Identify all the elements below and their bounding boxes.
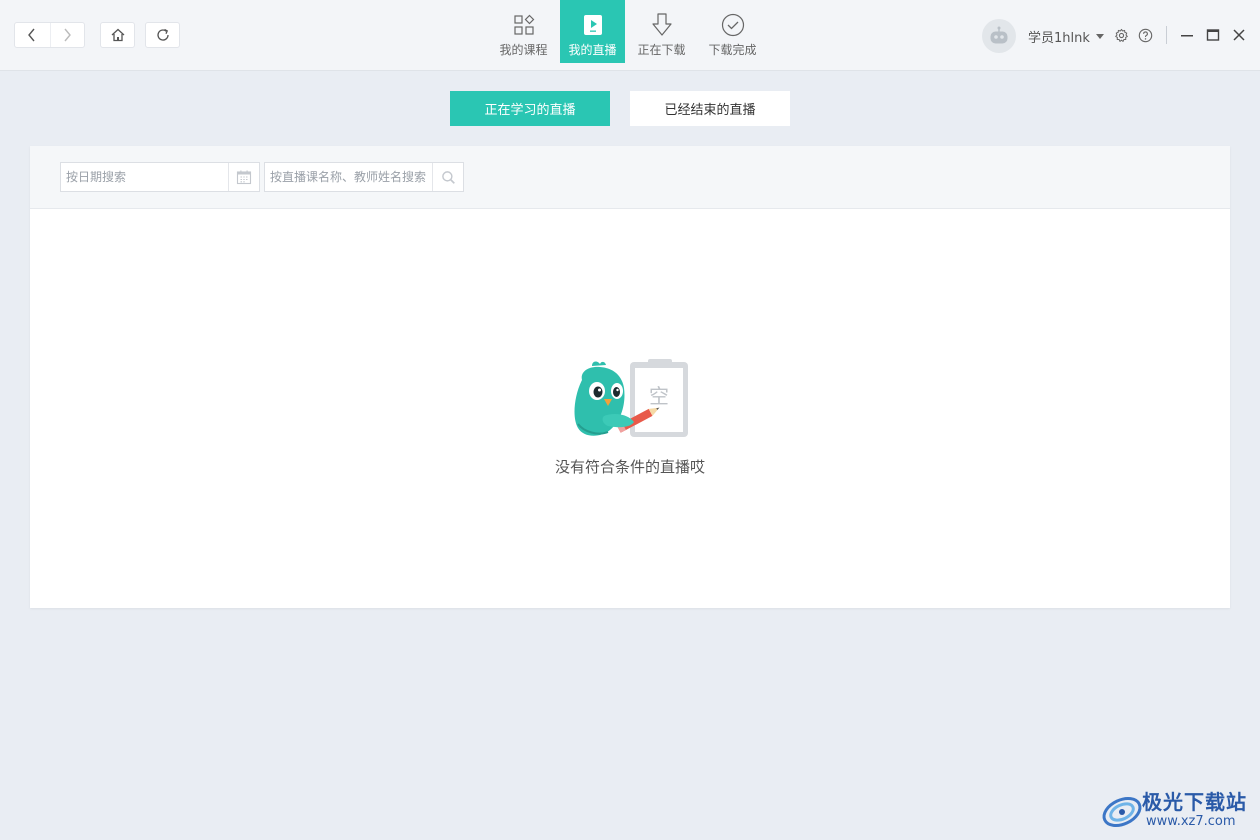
tab-label: 下载完成: [708, 43, 757, 57]
question-circle-icon: [1138, 28, 1152, 42]
home-icon: [111, 28, 124, 42]
subtab-ended-live[interactable]: 已经结束的直播: [630, 91, 790, 126]
calendar-button[interactable]: [228, 163, 259, 191]
help-button[interactable]: [1137, 27, 1153, 43]
date-search-input[interactable]: [61, 163, 228, 191]
tab-label: 我的直播: [568, 43, 617, 57]
tab-label: 我的课程: [499, 43, 548, 57]
maximize-button[interactable]: [1205, 26, 1221, 44]
tab-my-courses[interactable]: 我的课程: [489, 0, 558, 63]
keyword-search-input[interactable]: [265, 163, 432, 191]
refresh-icon: [156, 28, 169, 41]
search-button[interactable]: [432, 163, 463, 191]
avatar[interactable]: [982, 19, 1016, 53]
toolbar-divider: [1166, 26, 1167, 44]
main-tabs: 我的课程 我的直播 正在下载 下载完成: [489, 0, 769, 63]
check-circle-icon: [721, 13, 744, 37]
home-button[interactable]: [100, 22, 135, 48]
chevron-left-icon: [28, 28, 35, 42]
tab-my-live[interactable]: 我的直播: [560, 0, 625, 63]
caret-down-icon[interactable]: [1095, 33, 1104, 39]
maximize-icon: [1206, 29, 1220, 41]
username[interactable]: 学员1hlnk: [1028, 27, 1090, 46]
robot-avatar-icon: [990, 26, 1008, 44]
search-icon: [441, 170, 455, 184]
keyword-search-field: [264, 162, 464, 192]
live-play-icon: [583, 15, 602, 35]
gear-icon: [1114, 28, 1128, 42]
empty-state-message: 没有符合条件的直播哎: [554, 458, 705, 476]
live-list-panel: 空 没有符合条件的直播哎: [30, 146, 1230, 608]
tab-downloading[interactable]: 正在下载: [627, 0, 696, 63]
date-search-field: [60, 162, 260, 192]
minimize-icon: [1181, 35, 1193, 37]
aurora-logo-icon: [1102, 796, 1142, 828]
back-button[interactable]: [15, 23, 50, 47]
chevron-right-icon: [64, 28, 72, 42]
user-menu[interactable]: 学员1hlnk: [982, 19, 1104, 53]
tab-label: 正在下载: [637, 43, 686, 57]
minimize-button[interactable]: [1179, 26, 1195, 44]
watermark-title: 极光下载站: [1142, 790, 1247, 814]
history-nav: [14, 22, 85, 48]
calendar-icon: [236, 170, 252, 185]
close-icon: [1233, 29, 1245, 41]
tab-downloaded[interactable]: 下载完成: [698, 0, 767, 63]
forward-button[interactable]: [49, 23, 85, 47]
subtab-learning-live[interactable]: 正在学习的直播: [450, 91, 610, 126]
filter-bar: [30, 146, 1230, 209]
settings-button[interactable]: [1113, 27, 1129, 43]
title-bar: 我的课程 我的直播 正在下载 下载完成 学员1hlnk: [0, 0, 1260, 71]
download-arrow-icon: [651, 13, 672, 36]
grid-icon: [513, 14, 534, 35]
watermark-url: www.xz7.com: [1146, 814, 1236, 829]
site-watermark: 极光下载站 www.xz7.com: [1100, 786, 1252, 834]
refresh-button[interactable]: [145, 22, 180, 48]
empty-state-illustration: 空: [574, 359, 688, 437]
empty-board-char: 空: [649, 384, 669, 408]
close-button[interactable]: [1231, 26, 1247, 44]
